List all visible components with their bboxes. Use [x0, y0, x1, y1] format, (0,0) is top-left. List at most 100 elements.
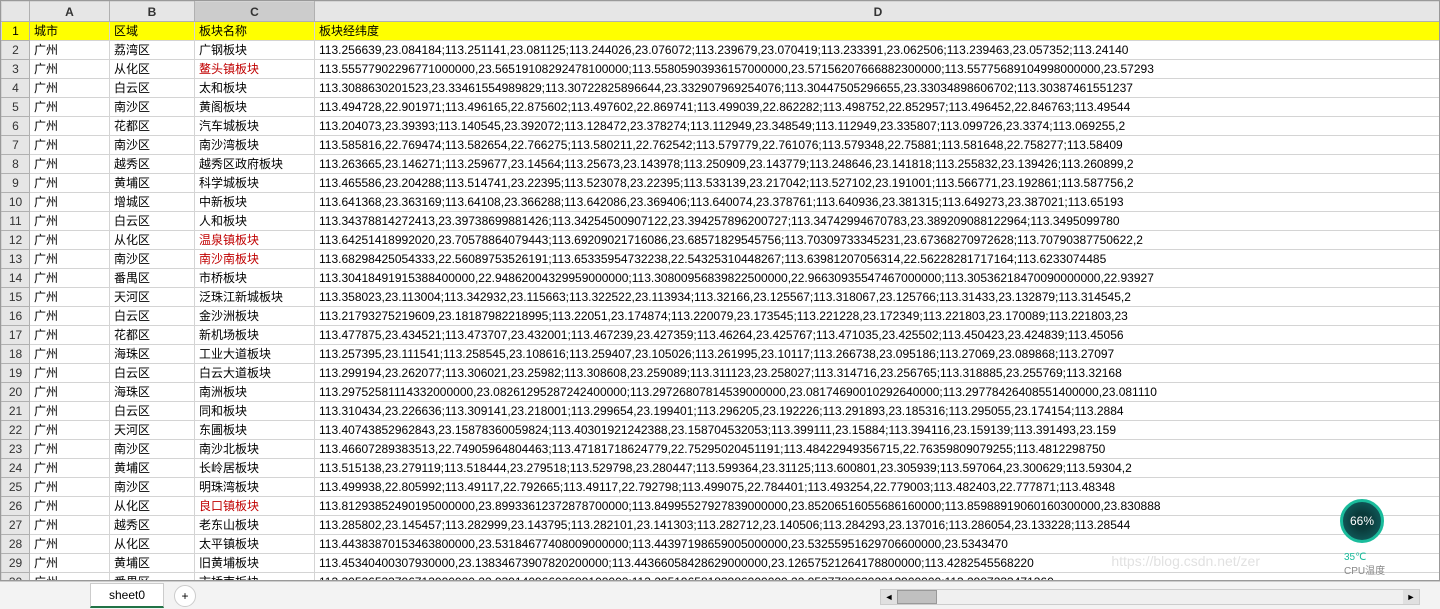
cell-region[interactable]: 白云区	[110, 79, 195, 98]
cell-city[interactable]: 广州	[30, 459, 110, 478]
cell-block[interactable]: 同和板块	[195, 402, 315, 421]
row-header[interactable]: 4	[2, 79, 30, 98]
cell-region[interactable]: 白云区	[110, 307, 195, 326]
cell-region[interactable]: 天河区	[110, 288, 195, 307]
select-all-corner[interactable]	[2, 2, 30, 22]
cell-block[interactable]: 南沙湾板块	[195, 136, 315, 155]
cell-city[interactable]: 广州	[30, 345, 110, 364]
row-header[interactable]: 19	[2, 364, 30, 383]
cell-city[interactable]: 广州	[30, 155, 110, 174]
cell-coords[interactable]: 113.256639,23.084184;113.251141,23.08112…	[315, 41, 1440, 60]
cell-block[interactable]: 温泉镇板块	[195, 231, 315, 250]
cell-coords[interactable]: 113.44383870153463800000,23.531846774080…	[315, 535, 1440, 554]
row-header[interactable]: 1	[2, 22, 30, 41]
row-header[interactable]: 20	[2, 383, 30, 402]
row-header[interactable]: 5	[2, 98, 30, 117]
cell-region[interactable]: 白云区	[110, 364, 195, 383]
cell-block[interactable]: 黄阁板块	[195, 98, 315, 117]
cell-region[interactable]: 从化区	[110, 231, 195, 250]
sheet-tab[interactable]: sheet0	[90, 583, 164, 608]
cell-coords[interactable]: 113.585816,22.769474;113.582654,22.76627…	[315, 136, 1440, 155]
cell-city[interactable]: 广州	[30, 136, 110, 155]
cell-city[interactable]: 广州	[30, 60, 110, 79]
cell-block[interactable]: 南沙南板块	[195, 250, 315, 269]
row-header[interactable]: 8	[2, 155, 30, 174]
col-header-B[interactable]: B	[110, 2, 195, 22]
cell-block[interactable]: 明珠湾板块	[195, 478, 315, 497]
horizontal-scrollbar[interactable]: ◄ ►	[880, 589, 1420, 605]
cell-coords[interactable]: 113.285802,23.145457;113.282999,23.14379…	[315, 516, 1440, 535]
cell-city[interactable]: 广州	[30, 250, 110, 269]
row-header[interactable]: 24	[2, 459, 30, 478]
cell-city[interactable]: 广州	[30, 478, 110, 497]
spreadsheet-grid[interactable]: A B C D 1 城市 区域 板块名称 板块经纬度 2广州荔湾区广钢板块113…	[0, 0, 1440, 581]
cell-coords[interactable]: 113.46607289383513,22.74905964804463;113…	[315, 440, 1440, 459]
cell-city[interactable]: 广州	[30, 497, 110, 516]
scrollbar-thumb[interactable]	[897, 590, 937, 604]
cell-region[interactable]: 黄埔区	[110, 174, 195, 193]
cell-coords[interactable]: 113.3088630201523,23.33461554989829;113.…	[315, 79, 1440, 98]
cell-block[interactable]: 工业大道板块	[195, 345, 315, 364]
cell-coords[interactable]: 113.204073,23.39393;113.140545,23.392072…	[315, 117, 1440, 136]
cell-region[interactable]: 从化区	[110, 535, 195, 554]
header-block[interactable]: 板块名称	[195, 22, 315, 41]
cell-coords[interactable]: 113.68298425054333,22.56089753526191;113…	[315, 250, 1440, 269]
cell-city[interactable]: 广州	[30, 231, 110, 250]
row-header[interactable]: 16	[2, 307, 30, 326]
cell-block[interactable]: 越秀区政府板块	[195, 155, 315, 174]
cell-coords[interactable]: 113.34378814272413,23.39738699881426;113…	[315, 212, 1440, 231]
cell-coords[interactable]: 113.310434,23.226636;113.309141,23.21800…	[315, 402, 1440, 421]
row-header[interactable]: 9	[2, 174, 30, 193]
col-header-A[interactable]: A	[30, 2, 110, 22]
cell-coords[interactable]: 113.641368,23.363169;113.64108,23.366288…	[315, 193, 1440, 212]
cell-coords[interactable]: 113.81293852490195000000,23.899336123728…	[315, 497, 1440, 516]
row-header[interactable]: 14	[2, 269, 30, 288]
row-header[interactable]: 29	[2, 554, 30, 573]
cell-city[interactable]: 广州	[30, 402, 110, 421]
cell-block[interactable]: 鳌头镇板块	[195, 60, 315, 79]
cell-city[interactable]: 广州	[30, 440, 110, 459]
cell-block[interactable]: 市桥板块	[195, 269, 315, 288]
cell-city[interactable]: 广州	[30, 535, 110, 554]
cell-region[interactable]: 越秀区	[110, 155, 195, 174]
cell-city[interactable]: 广州	[30, 307, 110, 326]
cell-coords[interactable]: 113.494728,22.901971;113.496165,22.87560…	[315, 98, 1440, 117]
cell-city[interactable]: 广州	[30, 174, 110, 193]
cell-block[interactable]: 老东山板块	[195, 516, 315, 535]
cell-block[interactable]: 太和板块	[195, 79, 315, 98]
row-header[interactable]: 18	[2, 345, 30, 364]
cell-coords[interactable]: 113.45340400307930000,23.138346739078202…	[315, 554, 1440, 573]
cell-region[interactable]: 黄埔区	[110, 554, 195, 573]
cell-block[interactable]: 南洲板块	[195, 383, 315, 402]
header-region[interactable]: 区域	[110, 22, 195, 41]
row-header[interactable]: 10	[2, 193, 30, 212]
cell-region[interactable]: 增城区	[110, 193, 195, 212]
cell-region[interactable]: 荔湾区	[110, 41, 195, 60]
row-header[interactable]: 7	[2, 136, 30, 155]
cell-region[interactable]: 从化区	[110, 60, 195, 79]
cell-block[interactable]: 长岭居板块	[195, 459, 315, 478]
cell-block[interactable]: 汽车城板块	[195, 117, 315, 136]
cell-city[interactable]: 广州	[30, 288, 110, 307]
row-header[interactable]: 23	[2, 440, 30, 459]
cell-city[interactable]: 广州	[30, 98, 110, 117]
cell-city[interactable]: 广州	[30, 193, 110, 212]
cell-block[interactable]: 人和板块	[195, 212, 315, 231]
row-header[interactable]: 26	[2, 497, 30, 516]
cell-block[interactable]: 新机场板块	[195, 326, 315, 345]
row-header[interactable]: 15	[2, 288, 30, 307]
cell-region[interactable]: 海珠区	[110, 345, 195, 364]
row-header[interactable]: 6	[2, 117, 30, 136]
cell-coords[interactable]: 113.515138,23.279119;113.518444,23.27951…	[315, 459, 1440, 478]
cell-city[interactable]: 广州	[30, 364, 110, 383]
cell-city[interactable]: 广州	[30, 41, 110, 60]
scroll-right-arrow[interactable]: ►	[1403, 590, 1419, 604]
col-header-D[interactable]: D	[315, 2, 1440, 22]
cell-coords[interactable]: 113.40743852962843,23.15878360059824;113…	[315, 421, 1440, 440]
row-header[interactable]: 21	[2, 402, 30, 421]
cell-region[interactable]: 番禺区	[110, 573, 195, 582]
add-sheet-button[interactable]: +	[174, 585, 196, 607]
cell-city[interactable]: 广州	[30, 79, 110, 98]
row-header[interactable]: 13	[2, 250, 30, 269]
row-header[interactable]: 3	[2, 60, 30, 79]
